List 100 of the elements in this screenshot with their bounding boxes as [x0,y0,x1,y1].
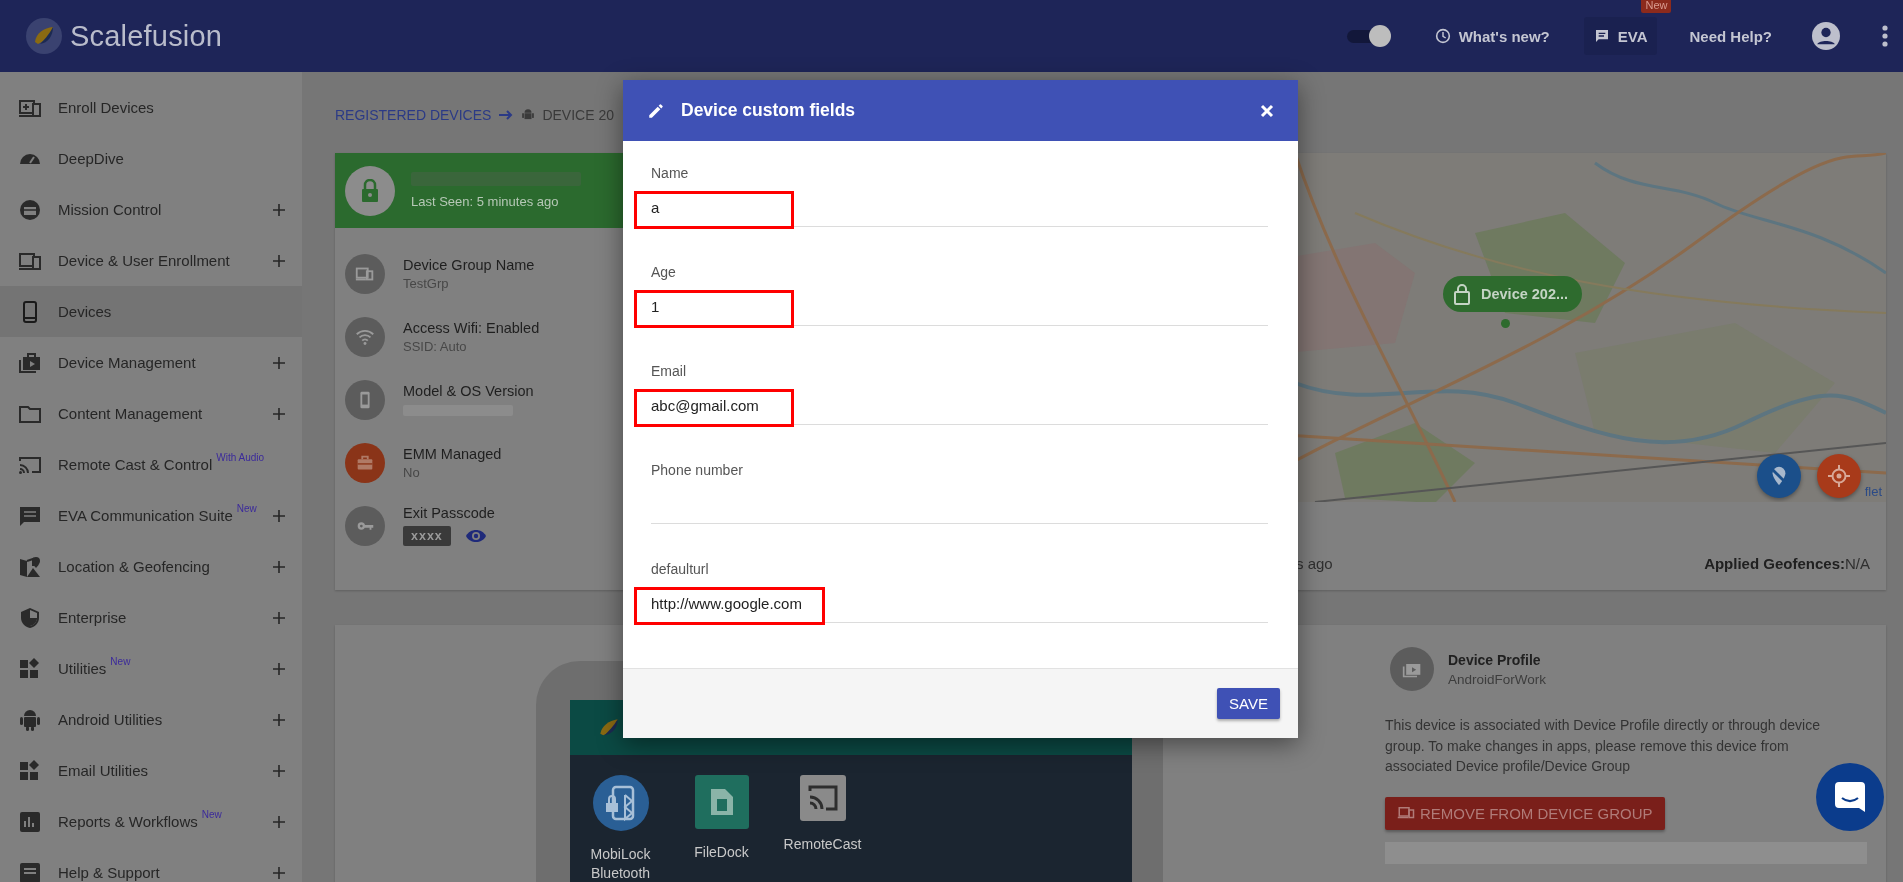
sidebar-item[interactable]: Devices [0,286,302,337]
sidebar-label: Device Management [58,354,196,371]
text-field[interactable]: abc@gmail.com [651,395,1268,425]
sidebar-item[interactable]: EVA Communication Suite New [0,490,302,541]
sidebar-label: Location & Geofencing [58,558,210,575]
whats-new-link[interactable]: What's new? [1434,27,1550,45]
sidebar-label: Device & User Enrollment [58,252,230,269]
sidebar-label: Android Utilities [58,711,163,728]
save-button[interactable]: SAVE [1217,688,1280,719]
sidebar-item[interactable]: Device Management [0,337,302,388]
briefcase-icon [18,197,42,222]
user-avatar-icon[interactable] [1812,22,1840,50]
map-marker[interactable]: Device 202... [1443,276,1583,312]
sidebar-item[interactable]: Utilities New [0,643,302,694]
briefcase-play-icon [18,350,42,375]
plus-icon[interactable] [272,202,286,217]
logo-icon [26,18,62,54]
sidebar-label: Utilities [58,660,107,677]
sidebar-item[interactable]: Email Utilities [0,745,302,796]
feature-label: With Audio [216,452,265,463]
logo-text: Scalefusion [70,19,223,53]
feature-label: New [110,656,131,667]
close-icon [1260,103,1274,118]
sidebar-label: Devices [58,303,112,320]
detail-value: SSID: Auto [403,338,468,354]
sidebar-label: Enterprise [58,609,127,626]
eva-button[interactable]: EVA [1583,17,1658,55]
sidebar-item[interactable]: Content Management [0,388,302,439]
detail-title: Model & OS Version [403,383,534,399]
text-field[interactable]: a [651,197,1268,227]
sidebar-item[interactable]: Location & Geofencing [0,541,302,592]
more-menu-icon[interactable] [1882,25,1888,47]
sidebar-item[interactable]: Android Utilities [0,694,302,745]
sidebar-item[interactable]: Help & Support [0,847,302,882]
breadcrumb-link[interactable]: REGISTERED DEVICES [335,107,492,123]
plus-icon[interactable] [272,355,286,370]
sidebar-label: Remote Cast & Control [58,456,213,473]
dialog-title: Device custom fields [681,100,856,121]
profile-description: This device is associated with Device Profile directly or through device group. To make changes in apps, please remove this device from associated Device profile/Device Group [1385,716,1821,776]
clock-icon [1434,28,1451,44]
widgets-icon [18,656,42,681]
help-link[interactable]: Need Help? [1689,27,1772,45]
feature-label: New [201,809,222,820]
text-field[interactable]: 1 [651,296,1268,326]
sidebar-label: Mission Control [58,201,162,218]
sidebar-label: Enroll Devices [58,99,154,116]
field-label: Email [651,363,687,379]
android-icon [18,707,42,732]
field-label: defaulturl [651,561,710,577]
detail-title: Access Wifi: Enabled [403,319,540,336]
chat-bubble-icon [1833,780,1867,814]
app-label: MobiLock Bluetooth [589,845,652,882]
sidebar-label: Help & Support [58,864,160,881]
location-dot-icon [1501,319,1510,328]
field-label: Name [651,165,690,181]
devices-icon [1397,806,1415,820]
plus-icon[interactable] [272,253,286,268]
sidebar-label: DeepDive [58,150,124,167]
profile-name: AndroidForWork [1448,671,1547,687]
sidebar-item[interactable]: Reports & Workflows New [0,796,302,847]
crosshair-icon [1827,464,1851,488]
eye-icon[interactable] [464,528,487,544]
sidebar-item[interactable]: Enterprise [0,592,302,643]
sidebar-item[interactable]: Remote Cast & Control With Audio [0,439,302,490]
sidebar-item[interactable]: Enroll Devices [0,82,302,133]
lock-icon [360,178,380,203]
geofences-text: Applied Geofences:N/A [1704,555,1870,572]
sidebar-item[interactable]: DeepDive [0,133,302,184]
plus-icon[interactable] [272,610,286,625]
plus-icon[interactable] [272,661,286,676]
sidebar-label: Reports & Workflows [58,813,198,830]
cast-app-icon[interactable] [799,775,846,821]
folder-app-icon[interactable] [694,775,749,829]
plus-icon[interactable] [272,865,286,880]
plus-icon[interactable] [272,508,286,523]
last-seen-text: Last Seen: 5 minutes ago [411,194,560,209]
text-field[interactable]: http://www.google.com [651,593,1268,623]
sidebar-label: Content Management [58,405,203,422]
plus-icon[interactable] [272,559,286,574]
marker-label: Device 202... [1481,286,1569,302]
plus-icon[interactable] [272,406,286,421]
detail-title: Exit Passcode [403,505,495,521]
widgets-icon [18,758,42,783]
detail-value: TestGrp [403,275,450,291]
breadcrumb-current: DEVICE 20 [542,107,614,123]
remove-from-group-button[interactable]: REMOVE FROM DEVICE GROUP [1385,796,1665,830]
field-label: Age [651,264,677,280]
passcode-badge: xxxx [403,526,451,546]
sidebar-item[interactable]: Mission Control [0,184,302,235]
attribution-link[interactable]: flet [1864,484,1882,499]
app-label: RemoteCast [782,835,863,854]
profile-title: Device Profile [1448,651,1542,668]
feature-label: New [236,503,257,514]
detail-title: Device Group Name [403,256,535,273]
sidebar-item[interactable]: Device & User Enrollment [0,235,302,286]
lock-bluetooth-app-icon[interactable] [592,775,649,831]
plus-icon[interactable] [272,763,286,778]
new-badge: New [1641,0,1672,13]
plus-icon[interactable] [272,814,286,829]
plus-icon[interactable] [272,712,286,727]
